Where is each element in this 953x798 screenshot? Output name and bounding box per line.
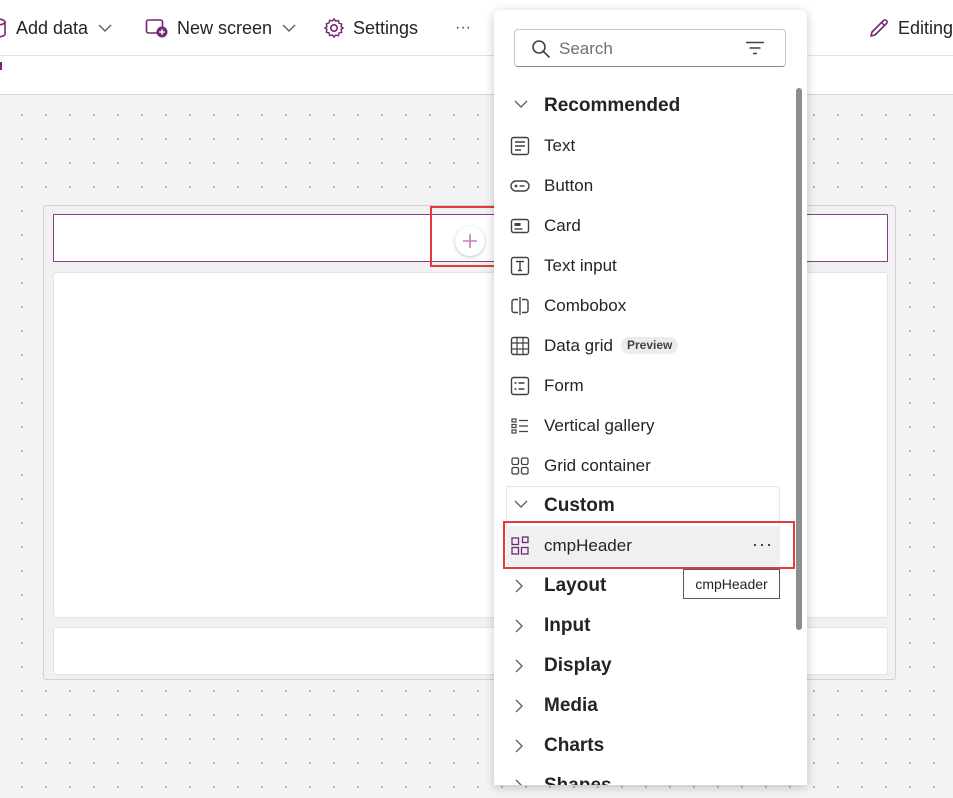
- editing-button[interactable]: Editing: [868, 14, 953, 42]
- list-item-card[interactable]: Card: [506, 206, 780, 246]
- grid-icon: [510, 336, 530, 356]
- item-label: Combobox: [544, 296, 627, 315]
- chevron-right-icon: [515, 739, 523, 753]
- item-label: Text: [544, 136, 576, 155]
- pane-scrollbar[interactable]: [796, 88, 802, 630]
- section-label: Input: [544, 615, 591, 636]
- text-icon: [510, 136, 530, 156]
- pencil-icon: [870, 19, 888, 37]
- list-item-form[interactable]: Form: [506, 366, 780, 406]
- button-icon: [510, 180, 530, 192]
- tooltip: cmpHeader: [683, 569, 780, 599]
- accent-marker: [0, 62, 2, 70]
- search-icon: [532, 40, 551, 59]
- section-display[interactable]: Display: [506, 646, 780, 686]
- card-icon: [510, 218, 530, 234]
- item-label: Button: [544, 176, 594, 195]
- form-icon: [510, 376, 530, 396]
- new-screen-button[interactable]: New screen: [145, 14, 296, 42]
- editing-label: Editing: [898, 17, 953, 38]
- highlight-box-cmpheader: [503, 521, 795, 569]
- more-commands-button[interactable]: ···: [455, 14, 471, 42]
- section-shapes[interactable]: Shapes: [506, 766, 780, 785]
- filter-icon[interactable]: [745, 41, 765, 55]
- gear-icon: [324, 18, 344, 38]
- chevron-right-icon: [515, 659, 523, 673]
- list-item-text-input[interactable]: Text input: [506, 246, 780, 286]
- section-input[interactable]: Input: [506, 606, 780, 646]
- more-label: ···: [455, 19, 471, 36]
- section-recommended[interactable]: Recommended: [506, 86, 780, 126]
- combobox-icon: [511, 297, 529, 315]
- command-bar: Add data New screen Settings ··· Editing: [0, 0, 953, 56]
- list-item-vertical-gallery[interactable]: Vertical gallery: [506, 406, 780, 446]
- chevron-right-icon: [515, 779, 522, 785]
- item-label: Data grid Preview: [544, 336, 679, 356]
- search-input[interactable]: [557, 36, 741, 62]
- grid-container-icon: [511, 457, 529, 475]
- database-icon: [0, 18, 6, 38]
- section-label: Display: [544, 655, 612, 676]
- item-label: Card: [544, 216, 581, 235]
- section-label: Shapes: [544, 776, 612, 786]
- insert-pane: Recommended Text Button Card Text input …: [494, 10, 807, 785]
- item-label: Grid container: [544, 456, 651, 475]
- data-grid-label: Data grid: [544, 336, 613, 355]
- gallery-icon: [511, 418, 528, 434]
- list-item-text[interactable]: Text: [506, 126, 780, 166]
- chevron-down-icon: [98, 24, 112, 32]
- chevron-right-icon: [515, 579, 523, 593]
- add-data-button[interactable]: Add data: [0, 14, 112, 42]
- formula-bar: [0, 56, 953, 95]
- chevron-down-icon: [282, 24, 296, 32]
- settings-label: Settings: [353, 17, 419, 38]
- section-label: Custom: [544, 495, 615, 516]
- list-item-button[interactable]: Button: [506, 166, 780, 206]
- section-label: Charts: [544, 735, 605, 756]
- new-screen-icon: [145, 19, 168, 38]
- search-box[interactable]: [514, 29, 786, 67]
- preview-badge: Preview: [620, 337, 679, 354]
- item-label: Form: [544, 376, 584, 395]
- section-label: Media: [544, 695, 598, 716]
- section-label: Recommended: [544, 95, 681, 116]
- add-data-label: Add data: [16, 17, 89, 38]
- list-item-data-grid[interactable]: Data grid Preview: [506, 326, 780, 366]
- list-item-combobox[interactable]: Combobox: [506, 286, 780, 326]
- text-input-icon: [510, 256, 530, 276]
- item-label: Text input: [544, 256, 617, 275]
- section-label: Layout: [544, 575, 607, 596]
- settings-button[interactable]: Settings: [323, 14, 418, 42]
- chevron-down-icon: [514, 500, 528, 508]
- chevron-right-icon: [515, 699, 523, 713]
- new-screen-label: New screen: [177, 17, 273, 38]
- item-label: Vertical gallery: [544, 416, 655, 435]
- design-canvas[interactable]: [0, 95, 953, 798]
- chevron-down-icon: [514, 100, 528, 108]
- section-custom[interactable]: Custom: [506, 486, 780, 526]
- chevron-right-icon: [515, 619, 523, 633]
- highlight-box-add: [430, 206, 499, 267]
- section-charts[interactable]: Charts: [506, 726, 780, 766]
- list-item-grid-container[interactable]: Grid container: [506, 446, 780, 486]
- section-media[interactable]: Media: [506, 686, 780, 726]
